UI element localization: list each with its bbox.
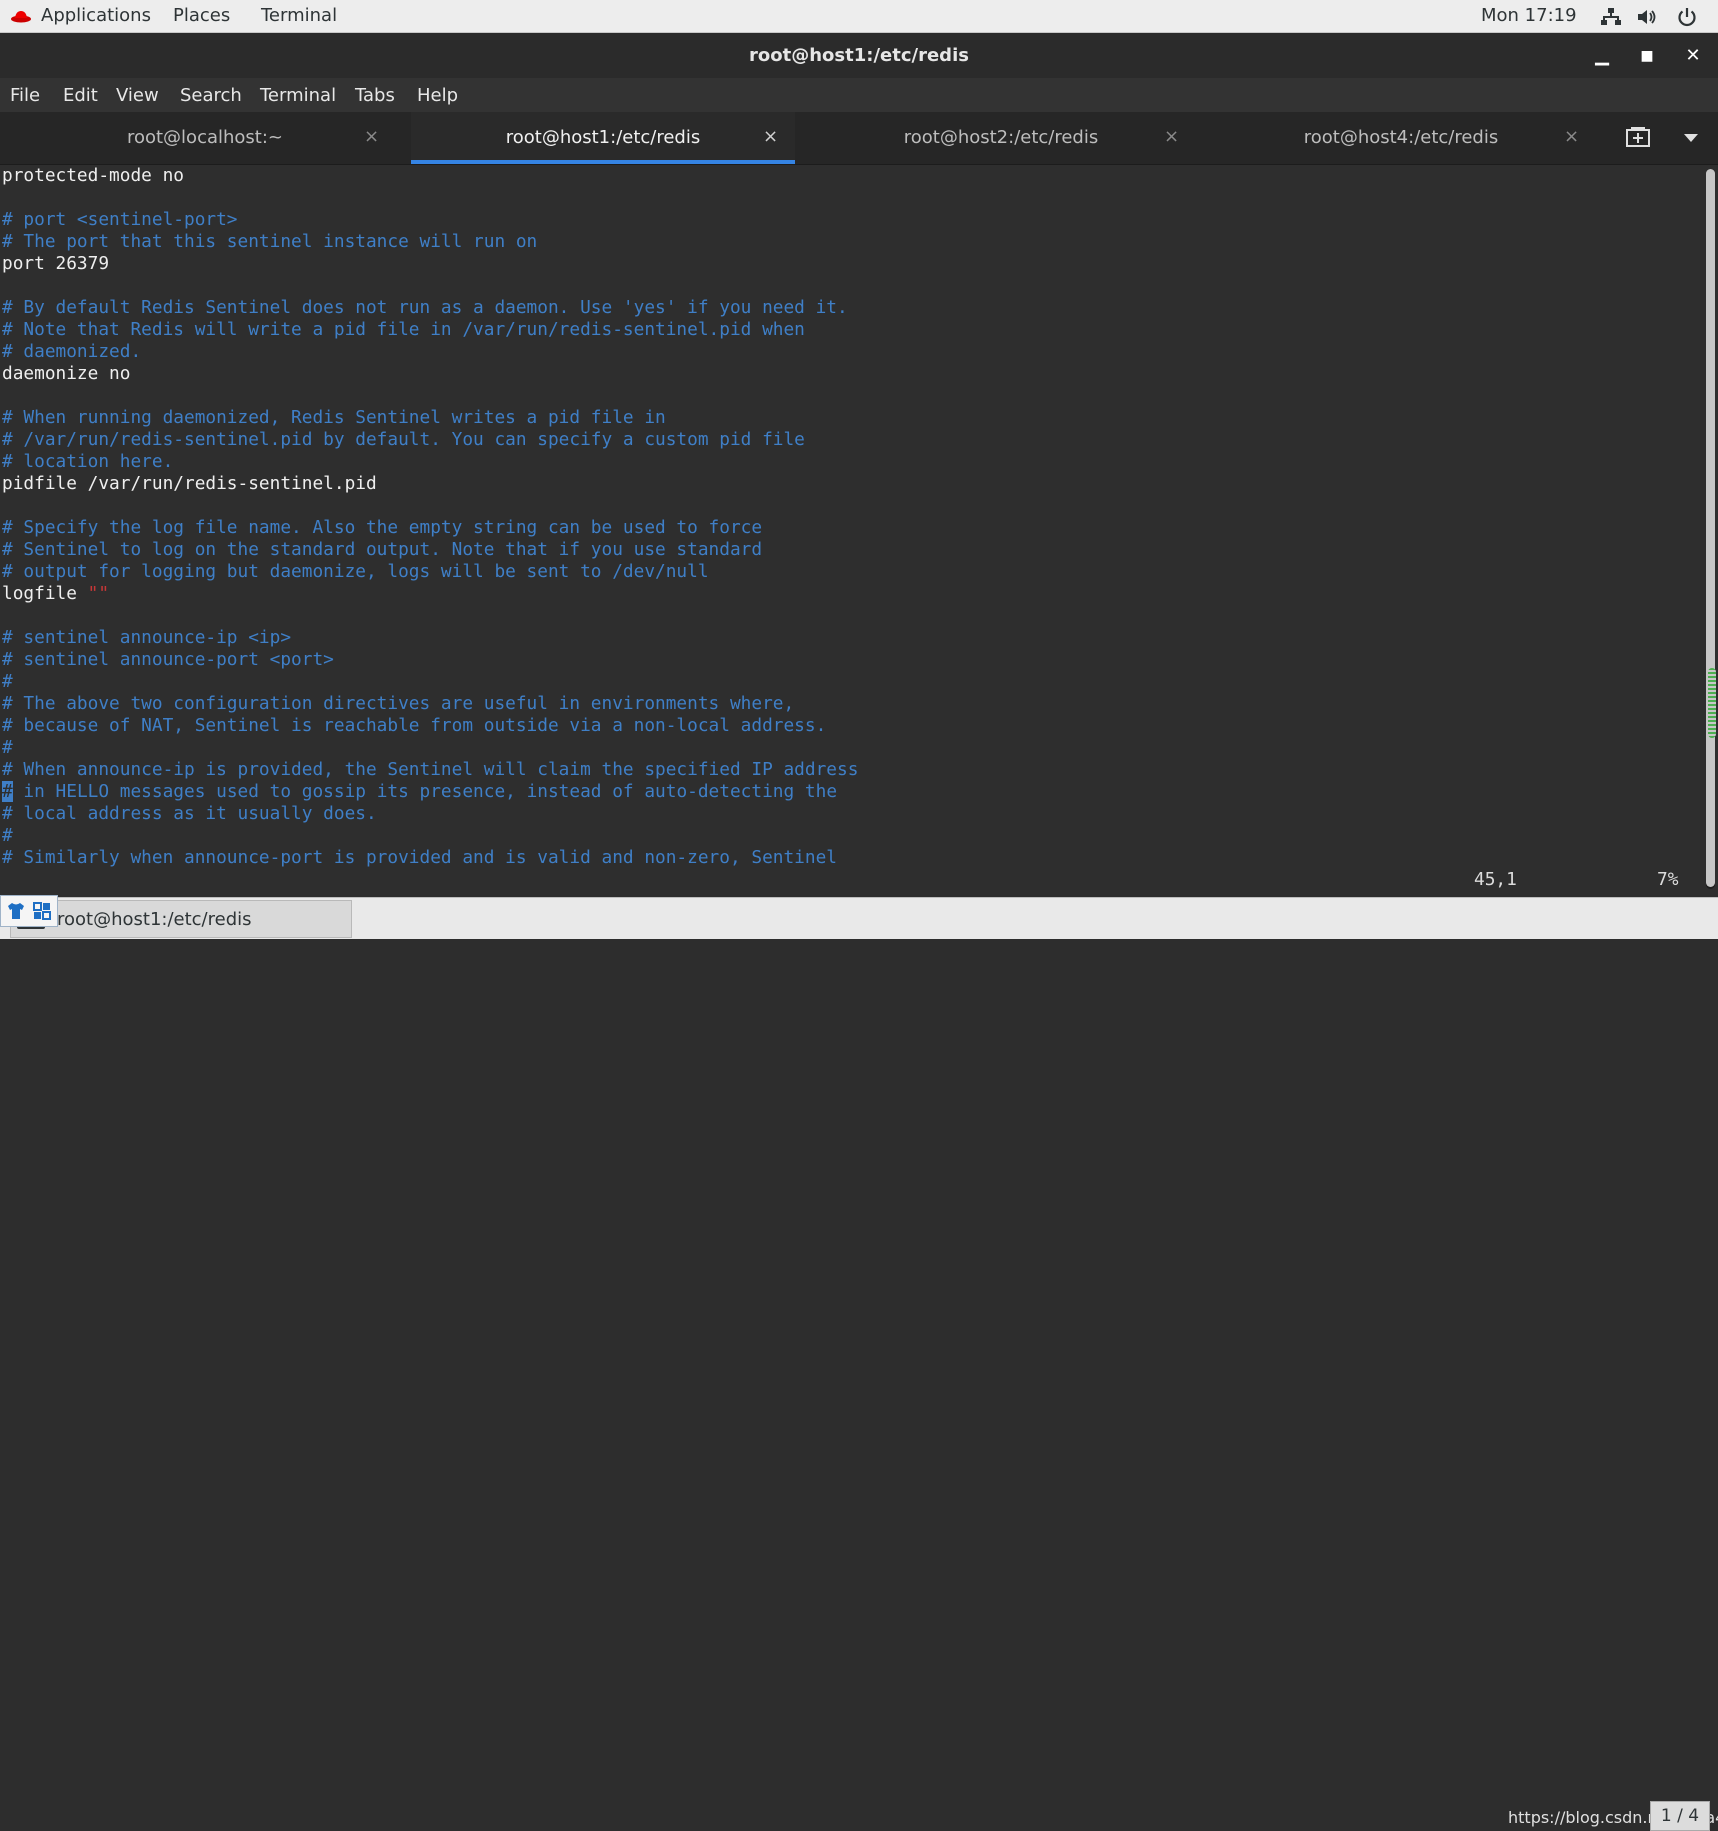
menu-tabs[interactable]: Tabs [355,85,395,106]
tab-host4[interactable]: root@host4:/etc/redis × [1196,112,1606,164]
terminal-line: # Specify the log file name. Also the em… [2,517,763,538]
new-tab-icon[interactable] [1625,126,1651,148]
redhat-logo-icon[interactable] [10,9,32,23]
terminal-line: pidfile /var/run/redis-sentinel.pid [2,473,377,494]
logfile-value: "" [87,583,110,604]
tab-label: root@host4:/etc/redis [1303,127,1499,148]
cursor-position: 45,1 [1474,869,1517,890]
terminal-line: # local address as it usually does. [2,803,377,824]
terminal-line: # Note that Redis will write a pid file … [2,319,805,340]
tab-localhost[interactable]: root@localhost:~ × [0,112,410,164]
menu-terminal[interactable]: Terminal [260,85,336,106]
tab-close-icon[interactable]: × [1164,126,1179,147]
terminal-line: daemonize no [2,363,131,384]
power-icon[interactable] [1676,6,1698,28]
scroll-percent: 7% [1657,869,1679,890]
terminal-line: # The port that this sentinel instance w… [2,231,538,252]
terminal-line: # output for logging but daemonize, logs… [2,561,709,582]
terminal-line-cursor: # in HELLO messages used to gossip its p… [2,781,837,803]
window-titlebar[interactable]: root@host1:/etc/redis ▁ ■ ✕ [0,33,1718,78]
floating-tray [0,895,58,927]
terminal-app-menu[interactable]: Terminal [261,5,337,26]
text-cursor: # [2,781,13,802]
cursor-line-rest: in HELLO messages used to gossip its pre… [12,781,838,802]
tab-close-icon[interactable]: × [364,126,379,147]
taskbar: root@host1:/etc/redis https://blog.csdn.… [0,897,1718,1831]
terminal-line: # [2,825,13,846]
terminal-line: # Similarly when announce-port is provid… [2,847,838,868]
close-window-button[interactable]: ✕ [1680,43,1706,69]
tab-list-dropdown-icon[interactable] [1684,134,1698,142]
network-icon[interactable] [1600,7,1622,27]
tab-label: root@host2:/etc/redis [903,127,1099,148]
maximize-button[interactable]: ■ [1634,43,1660,69]
menu-search[interactable]: Search [180,85,242,106]
window-title: root@host1:/etc/redis [749,45,969,66]
terminal-line: port 26379 [2,253,110,274]
terminal-line: # [2,671,13,692]
vim-status-line: 45,1 7% [0,869,1703,891]
clock[interactable]: Mon 17:19 [1481,5,1577,26]
applications-menu[interactable]: Applications [41,5,151,26]
tab-close-icon[interactable]: × [1564,126,1579,147]
active-tab-indicator [411,160,795,164]
terminal-line: # When announce-ip is provided, the Sent… [2,759,859,780]
terminal-line: # daemonized. [2,341,142,362]
tab-label: root@host1:/etc/redis [505,127,701,148]
menu-view[interactable]: View [116,85,159,106]
terminal-line: # The above two configuration directives… [2,693,795,714]
terminal-line: # By default Redis Sentinel does not run… [2,297,848,318]
menu-edit[interactable]: Edit [63,85,98,106]
menu-help[interactable]: Help [417,85,458,106]
tab-close-icon[interactable]: × [763,126,778,147]
terminal-line: protected-mode no [2,165,184,186]
taskbar-window-label: root@host1:/etc/redis [57,909,252,930]
terminal-line: # location here. [2,451,174,472]
terminal-line: # When running daemonized, Redis Sentine… [2,407,666,428]
tab-host1[interactable]: root@host1:/etc/redis × [411,112,795,164]
terminal-line: # /var/run/redis-sentinel.pid by default… [2,429,805,450]
minimize-button[interactable]: ▁ [1589,43,1615,69]
terminal-line: # [2,737,13,758]
menu-file[interactable]: File [10,85,40,106]
terminal-line: # sentinel announce-ip <ip> [2,627,292,648]
tab-label: root@localhost:~ [126,127,284,148]
places-menu[interactable]: Places [173,5,230,26]
terminal-line: # port <sentinel-port> [2,209,238,230]
grid-icon[interactable] [33,902,51,920]
logfile-keyword: logfile [2,583,88,604]
top-panel: Applications Places Terminal Mon 17:19 [0,0,1718,33]
volume-icon[interactable] [1636,7,1658,27]
terminal-line: # Sentinel to log on the standard output… [2,539,763,560]
terminal-view[interactable]: protected-mode no # port <sentinel-port>… [0,165,1703,895]
terminal-line: # sentinel announce-port <port> [2,649,334,670]
shirt-icon[interactable] [7,902,25,920]
terminal-line: # because of NAT, Sentinel is reachable … [2,715,827,736]
tab-bar: root@localhost:~ × root@host1:/etc/redis… [0,112,1718,165]
scrollbar-indicator [1708,668,1716,738]
menubar: File Edit View Search Terminal Tabs Help [0,78,1718,112]
workspace-switcher[interactable]: 1 / 4 [1650,1801,1710,1831]
taskbar-window-button[interactable]: root@host1:/etc/redis [10,900,352,938]
terminal-line-logfile: logfile "" [2,583,109,605]
terminal-scrollbar[interactable] [1703,165,1718,895]
tab-host2[interactable]: root@host2:/etc/redis × [796,112,1206,164]
scrollbar-thumb[interactable] [1706,169,1715,887]
